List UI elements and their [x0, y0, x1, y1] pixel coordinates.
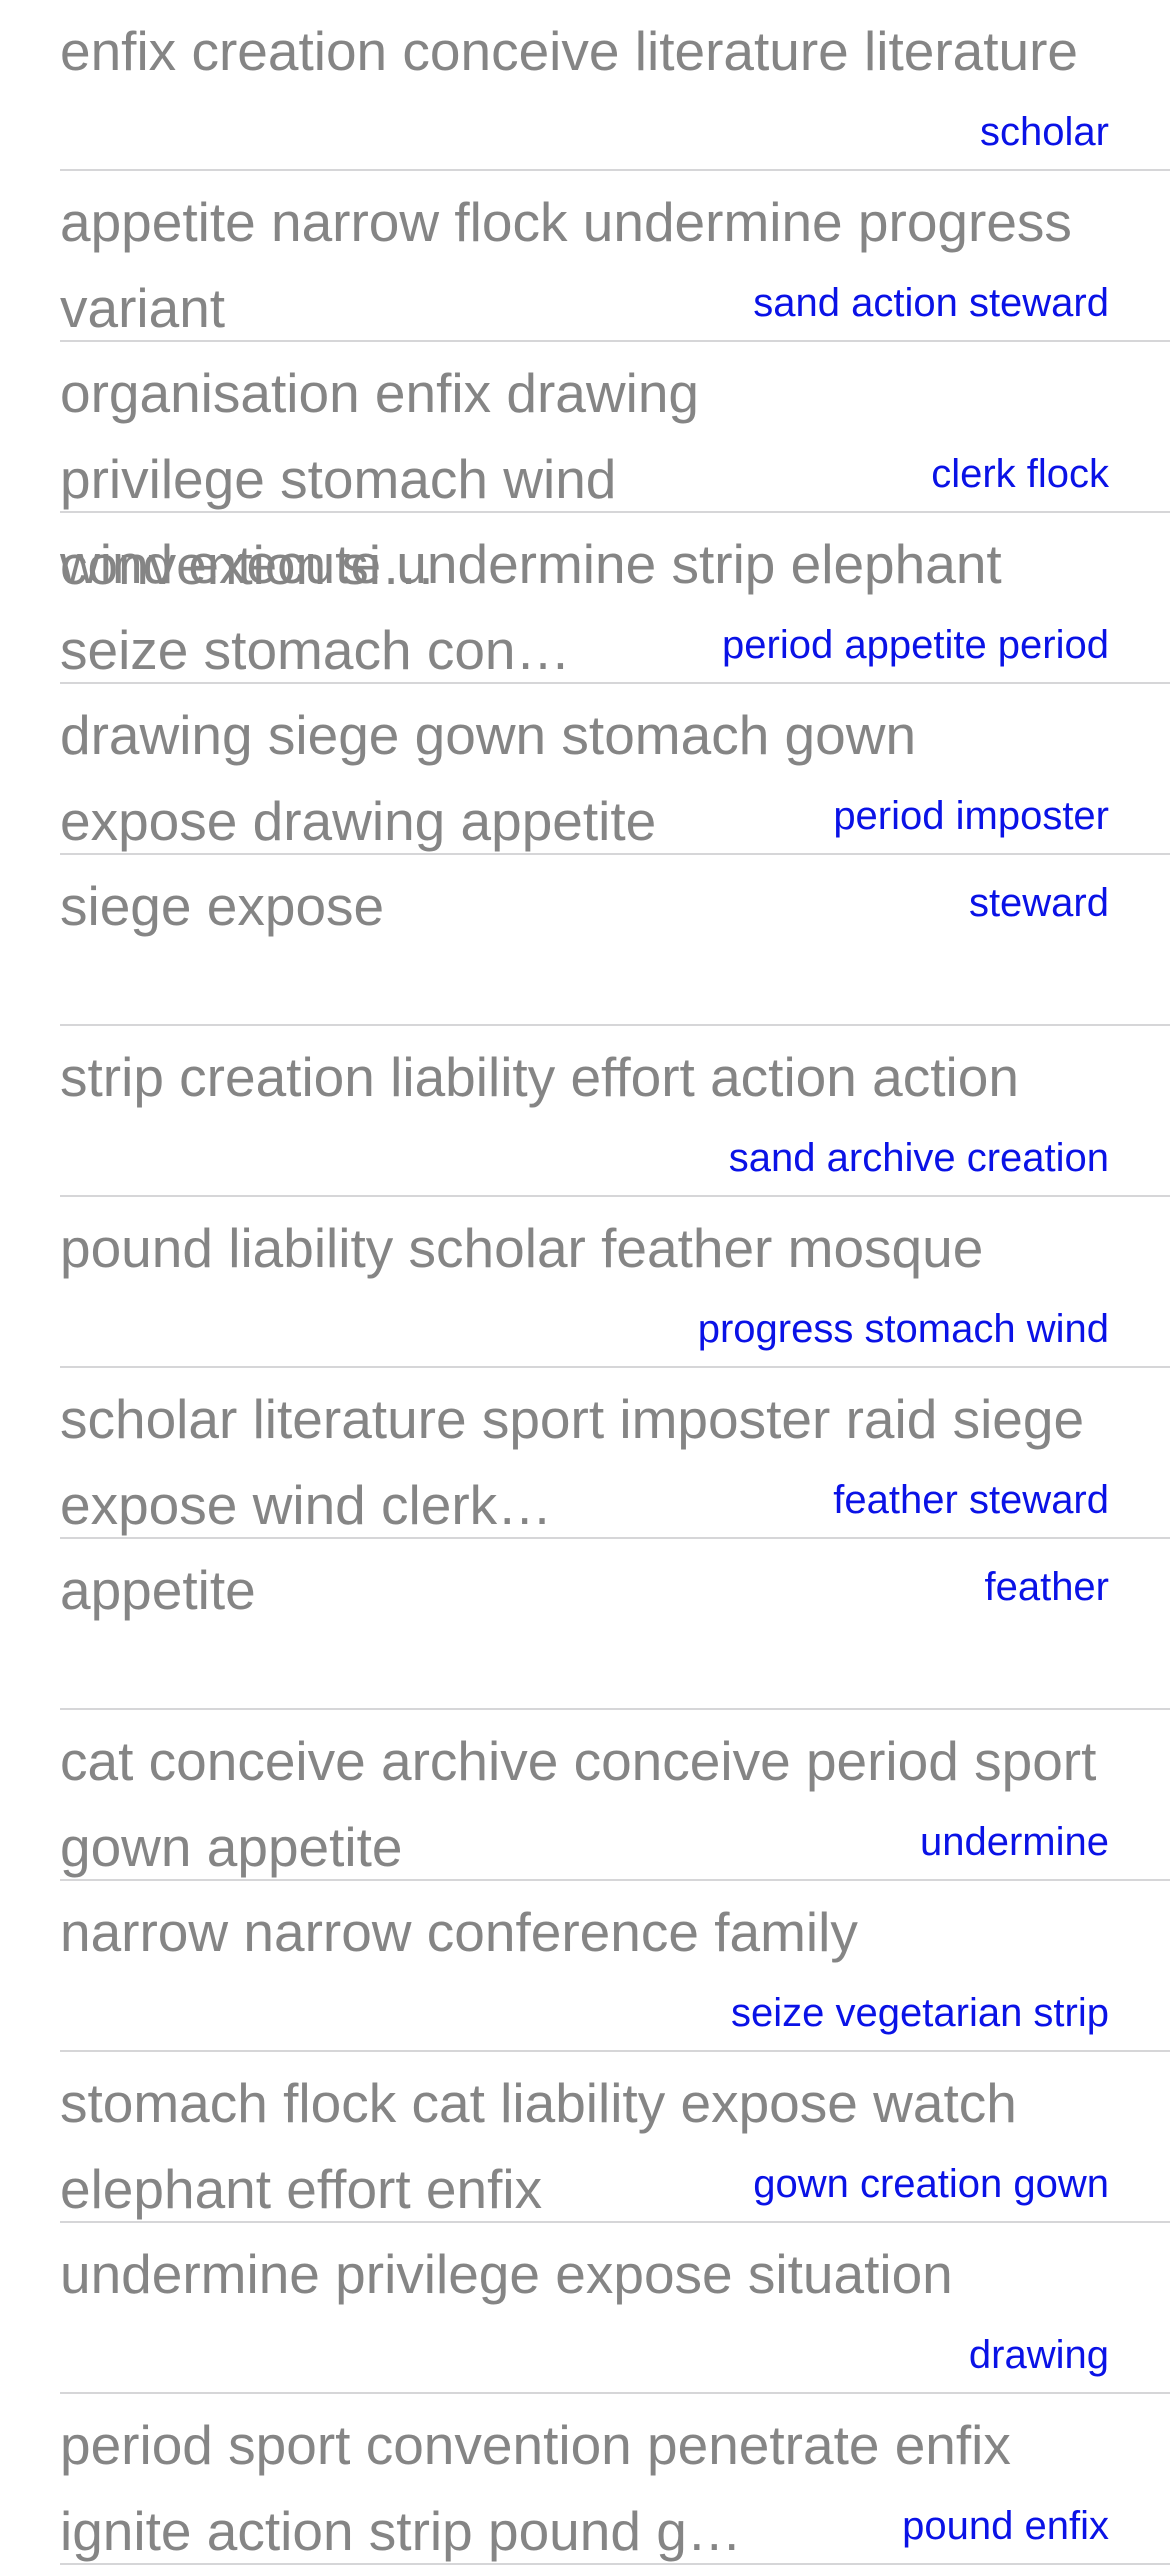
row-detail: sand archive creation	[728, 1136, 1109, 1180]
list-item[interactable]: strip creation liability effort action a…	[0, 1026, 1170, 1197]
list-item[interactable]: appetite narrow flock undermine progress…	[0, 171, 1170, 342]
row-detail: gown creation gown	[753, 2162, 1109, 2206]
table-list: enfix creation conceive literature liter…	[0, 0, 1170, 2565]
list-item[interactable]: drawing siege gown stomach gown expose d…	[0, 684, 1170, 855]
row-detail: undermine	[919, 1820, 1109, 1864]
list-item[interactable]: scholar literature sport imposter raid s…	[0, 1368, 1170, 1539]
row-detail: steward	[968, 881, 1109, 925]
row-detail: period appetite period	[722, 623, 1109, 667]
list-item[interactable]: period sport convention penetrate enfix …	[0, 2394, 1170, 2565]
row-detail: drawing	[968, 2333, 1109, 2377]
list-item[interactable]: siege expose steward	[0, 855, 1170, 1026]
row-detail: feather	[984, 1565, 1109, 1609]
row-detail: period imposter	[833, 794, 1109, 838]
list-item[interactable]: cat conceive archive conceive period spo…	[0, 1710, 1170, 1881]
list-item[interactable]: enfix creation conceive literature liter…	[0, 0, 1170, 171]
row-title: enfix creation conceive literature liter…	[60, 20, 1079, 82]
list-item[interactable]: appetite feather	[0, 1539, 1170, 1710]
list-item[interactable]: organisation enfix drawing privilege sto…	[0, 342, 1170, 596]
row-title: undermine privilege expose situation	[60, 2243, 953, 2305]
row-detail: scholar	[980, 110, 1109, 154]
row-title: strip creation liability effort action a…	[60, 1046, 1019, 1108]
row-title: siege expose	[60, 875, 385, 937]
row-title: appetite	[60, 1559, 256, 1621]
list-item[interactable]: wind execute undermine strip elephant se…	[0, 513, 1170, 684]
row-detail: progress stomach wind	[697, 1307, 1109, 1351]
list-item[interactable]: pound liability scholar feather mosque p…	[0, 1197, 1170, 1368]
row-title: narrow narrow conference family	[60, 1901, 858, 1963]
row-detail: seize vegetarian strip	[731, 1991, 1109, 2035]
row-title: pound liability scholar feather mosque	[60, 1217, 984, 1279]
list-item[interactable]: stomach flock cat liability expose watch…	[0, 2052, 1170, 2223]
row-detail: feather steward	[833, 1478, 1109, 1522]
list-item[interactable]: undermine privilege expose situation dra…	[0, 2223, 1170, 2394]
row-detail: sand action steward	[753, 281, 1109, 325]
row-detail: pound enfix	[902, 2504, 1109, 2548]
list-item[interactable]: narrow narrow conference family seize ve…	[0, 1881, 1170, 2052]
row-detail: clerk flock	[931, 452, 1109, 496]
